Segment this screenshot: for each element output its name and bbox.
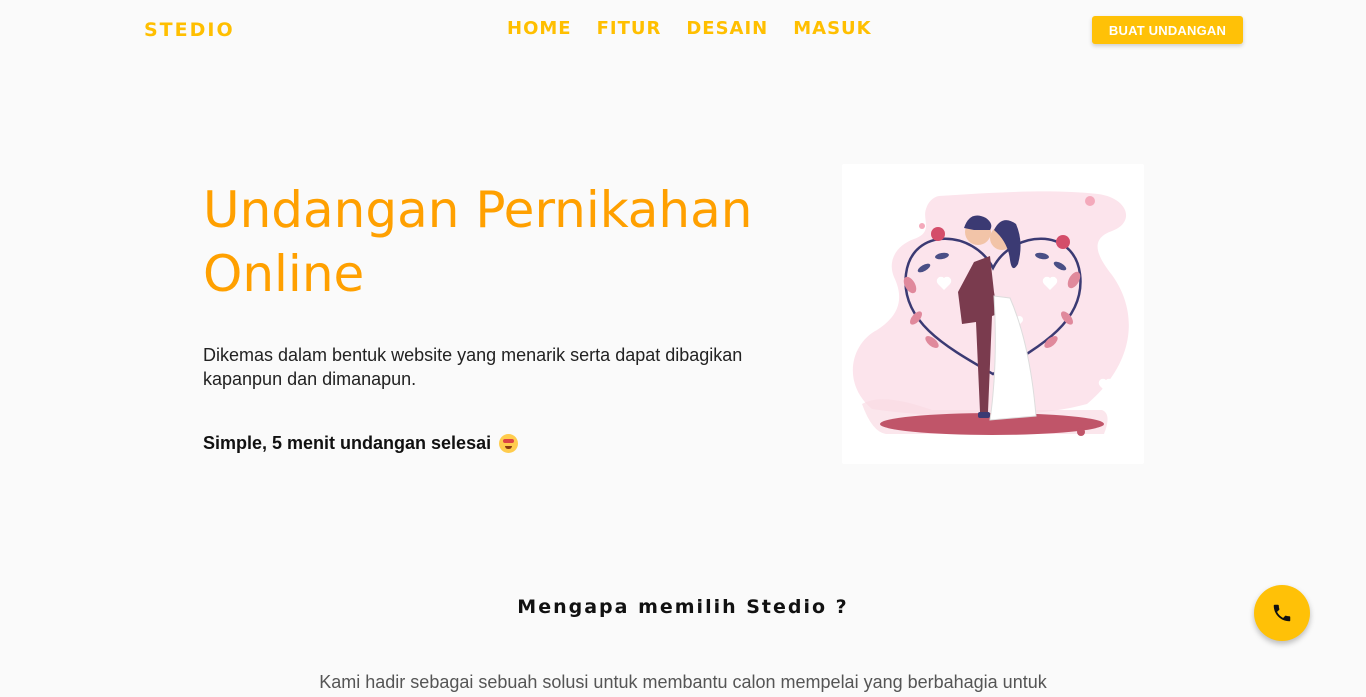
grinning-face-emoji-icon: [499, 433, 519, 453]
brand-logo[interactable]: STEDIO: [144, 19, 235, 41]
nav-home[interactable]: HOME: [507, 18, 572, 39]
wedding-couple-svg: [852, 191, 1129, 436]
nav-masuk[interactable]: MASUK: [793, 18, 871, 39]
wedding-couple-illustration: [842, 164, 1144, 464]
hero-tagline: Simple, 5 menit undangan selesai: [203, 431, 519, 455]
hero-title: Undangan Pernikahan Online: [203, 181, 753, 303]
nav-desain[interactable]: DESAIN: [686, 18, 768, 39]
hero-description: Dikemas dalam bentuk website yang menari…: [203, 345, 743, 389]
phone-call-button[interactable]: [1254, 585, 1310, 641]
create-invitation-button[interactable]: BUAT UNDANGAN: [1092, 16, 1243, 44]
main-nav: HOME FITUR DESAIN MASUK: [507, 18, 872, 39]
phone-icon: [1273, 604, 1291, 622]
section-text-why: Kami hadir sebagai sebuah solusi untuk m…: [319, 672, 1047, 692]
hero-tagline-text: Simple, 5 menit undangan selesai: [203, 433, 492, 453]
nav-fitur[interactable]: FITUR: [597, 18, 662, 39]
section-title-why: Mengapa memilih Stedio ?: [517, 596, 849, 618]
